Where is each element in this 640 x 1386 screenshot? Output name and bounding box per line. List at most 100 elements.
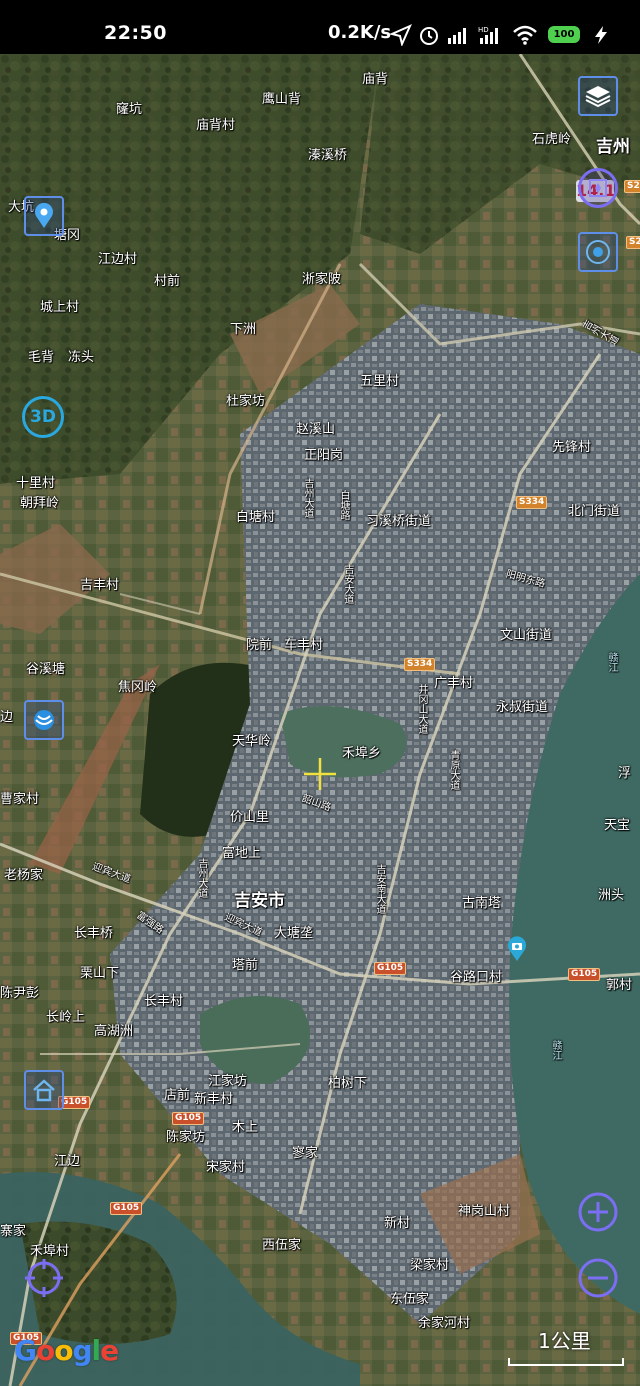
3d-toggle-button[interactable]: 3D bbox=[22, 396, 64, 438]
place-label: 梁家村 bbox=[410, 1258, 450, 1273]
road-label: 白塘路 bbox=[338, 490, 349, 520]
place-label: 吉丰村 bbox=[80, 578, 120, 593]
place-label: 大塘垄 bbox=[274, 926, 314, 941]
google-attribution-logo: Google bbox=[14, 1334, 119, 1367]
place-label: 浮 bbox=[618, 766, 632, 781]
camera-view-button[interactable] bbox=[578, 232, 618, 272]
place-label: 洲头 bbox=[598, 888, 625, 903]
layers-icon bbox=[585, 86, 611, 108]
place-label: 广丰村 bbox=[434, 676, 474, 691]
place-label: 文山街道 bbox=[500, 628, 553, 643]
compass-button[interactable] bbox=[578, 168, 618, 208]
satellite-button[interactable] bbox=[24, 700, 64, 740]
place-label: 杜家坊 bbox=[226, 394, 266, 409]
crosshair-icon bbox=[304, 758, 336, 790]
place-label: 禾埠乡 bbox=[342, 746, 382, 761]
place-label: 高湖洲 bbox=[94, 1024, 134, 1039]
place-label: 城上村 bbox=[40, 300, 80, 315]
place-label: 富地上 bbox=[222, 846, 262, 861]
signal-icon bbox=[448, 28, 466, 44]
charging-icon bbox=[595, 26, 607, 44]
place-label: 陈家坊 bbox=[166, 1130, 206, 1145]
status-time: 22:50 bbox=[104, 22, 167, 44]
place-label: 谷溪塘 bbox=[26, 662, 66, 677]
road-badge: G105 bbox=[568, 968, 601, 981]
place-label: 新村 bbox=[384, 1216, 411, 1231]
place-label: 余家河村 bbox=[418, 1316, 471, 1331]
camera-icon bbox=[586, 240, 610, 264]
zoom-in-button[interactable] bbox=[576, 1190, 620, 1234]
scale-label: 1公里 bbox=[538, 1329, 591, 1353]
place-label: 庙背村 bbox=[196, 118, 236, 133]
place-label: 栗山下 bbox=[80, 966, 120, 981]
place-label: 店前 bbox=[164, 1088, 191, 1103]
compass-icon bbox=[589, 179, 607, 197]
place-label: 朝拜岭 bbox=[20, 496, 60, 511]
place-label: 溱溪桥 bbox=[308, 148, 348, 163]
location-pin-icon bbox=[35, 202, 53, 228]
camera-pin-icon[interactable] bbox=[506, 936, 528, 962]
place-label: 焦冈岭 bbox=[118, 680, 158, 695]
place-label: 郭村 bbox=[606, 978, 633, 993]
place-label: 先锋村 bbox=[552, 440, 592, 455]
place-label: 习溪桥街道 bbox=[366, 514, 432, 529]
place-label: 庙背 bbox=[362, 72, 389, 87]
zoom-out-button[interactable] bbox=[576, 1256, 620, 1300]
place-label: 正阳岗 bbox=[304, 448, 344, 463]
place-label: 天华岭 bbox=[232, 734, 272, 749]
place-label: 吉州 bbox=[596, 137, 630, 157]
road-badge: G105 bbox=[110, 1202, 143, 1215]
gps-locate-button[interactable] bbox=[22, 1256, 66, 1300]
place-label: 谷路口村 bbox=[450, 970, 503, 985]
home-icon bbox=[33, 1079, 55, 1102]
gps-target-icon bbox=[25, 1259, 63, 1297]
place-label: 院前 bbox=[246, 638, 273, 653]
place-label: 石虎岭 bbox=[532, 132, 572, 147]
place-label: 古南塔 bbox=[462, 896, 502, 911]
status-bar: 22:50 0.2K/s HD 100 bbox=[0, 0, 640, 54]
scale-bar bbox=[508, 1358, 624, 1366]
place-label: 北门街道 bbox=[568, 504, 621, 519]
location-pin-button[interactable] bbox=[24, 196, 64, 236]
place-label: 白塘村 bbox=[236, 510, 276, 525]
place-label: 村前 bbox=[154, 274, 181, 289]
place-label: 宋家村 bbox=[206, 1160, 246, 1175]
road-label: 井冈山大道 bbox=[416, 684, 427, 734]
place-label: 五里村 bbox=[360, 374, 400, 389]
satellite-map[interactable]: 庙背 窿坑 鹰山背 庙背村 溱溪桥 石虎岭 吉州 大坑 塘冈 江边村 村前 淅家… bbox=[0, 54, 640, 1386]
location-arrow-icon bbox=[390, 24, 412, 46]
road-badge: S2 bbox=[624, 180, 640, 193]
place-label: 长岭上 bbox=[46, 1010, 86, 1025]
place-label: 永叔街道 bbox=[496, 700, 549, 715]
place-label: 毛背 bbox=[28, 350, 55, 365]
zoom-in-icon bbox=[578, 1192, 618, 1232]
battery-icon: 100 bbox=[548, 26, 580, 43]
home-button[interactable] bbox=[24, 1070, 64, 1110]
place-label: 老杨家 bbox=[4, 868, 44, 883]
place-label: 下洲 bbox=[230, 322, 257, 337]
battery-level: 100 bbox=[553, 29, 575, 40]
app-screen: 22:50 0.2K/s HD 100 庙背 窿坑 鹰山背 庙背村 溱溪桥 石虎… bbox=[0, 0, 640, 1386]
place-label: 江家坊 bbox=[208, 1074, 248, 1089]
place-label: 冻头 bbox=[68, 350, 95, 365]
wifi-icon bbox=[513, 25, 537, 45]
place-label: 赵溪山 bbox=[296, 422, 336, 437]
place-label: 长丰桥 bbox=[74, 926, 114, 941]
3d-label: 3D bbox=[30, 407, 56, 427]
road-badge: S334 bbox=[404, 658, 436, 671]
layers-button[interactable] bbox=[578, 76, 618, 116]
place-label: 十里村 bbox=[16, 476, 56, 491]
zoom-out-icon bbox=[578, 1258, 618, 1298]
place-label: 价山里 bbox=[230, 810, 270, 825]
road-label: 吉州大道 bbox=[302, 478, 313, 518]
place-label: 寥家 bbox=[292, 1146, 319, 1161]
place-label: 寨家 bbox=[0, 1224, 27, 1239]
road-badge: S334 bbox=[516, 496, 548, 509]
satellite-imagery bbox=[0, 54, 640, 1386]
road-badge: S2 bbox=[626, 236, 640, 249]
svg-text:HD: HD bbox=[478, 26, 489, 34]
place-label: 东伍家 bbox=[390, 1292, 430, 1307]
network-speed: 0.2K/s bbox=[328, 22, 392, 43]
place-label: 淅家陂 bbox=[302, 272, 342, 287]
river-label: 赣江 bbox=[606, 652, 617, 672]
